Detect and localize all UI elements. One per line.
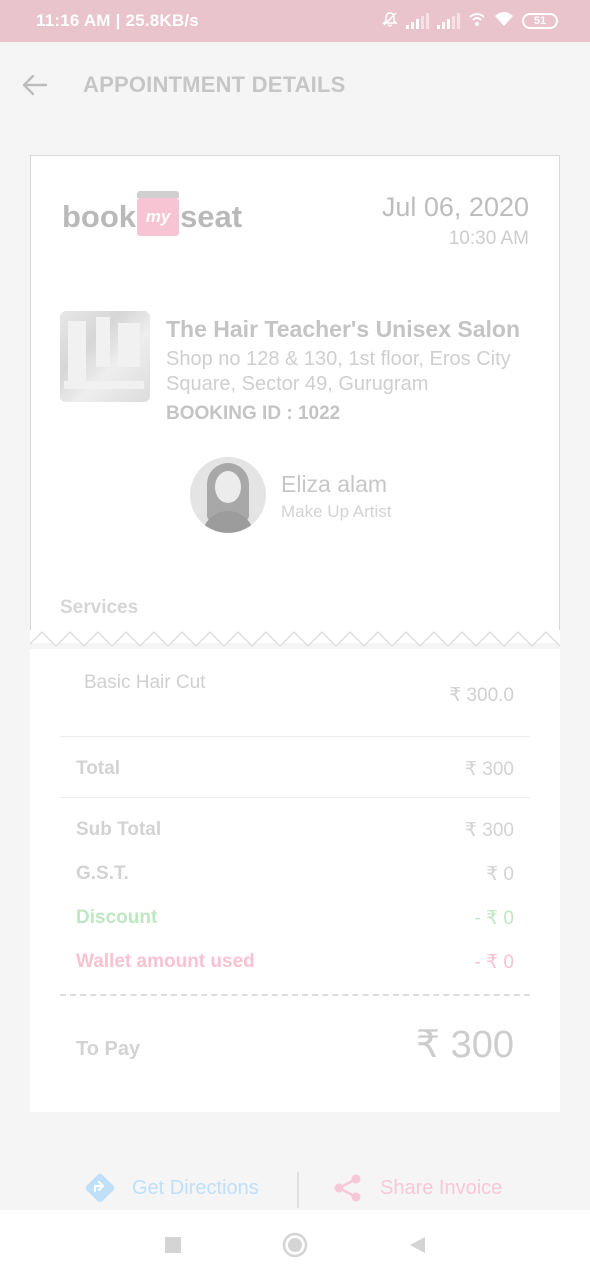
appointment-time: 10:30 AM [448, 228, 529, 249]
get-directions-button[interactable]: Get Directions [84, 1168, 259, 1208]
gst-label: G.S.T. [76, 863, 129, 884]
salon-image [60, 311, 150, 402]
system-nav-bar [0, 1210, 590, 1280]
dashed-divider [60, 994, 530, 996]
action-bar: Get Directions Share Invoice [0, 1160, 590, 1214]
status-icons: 51 [382, 11, 558, 32]
app-bar: APPOINTMENT DETAILS [0, 42, 590, 128]
arrow-left-icon [22, 74, 48, 96]
mute-bell-icon [382, 11, 398, 32]
to-pay-value: ₹ 300 [415, 1024, 514, 1066]
total-value: ₹ 300 [464, 759, 514, 780]
status-time-speed: 11:16 AM | 25.8KB/s [36, 11, 199, 30]
bookmyseat-logo: book my seat [62, 191, 243, 236]
receipt-bottom-edge [30, 1112, 560, 1128]
signal-2-icon [437, 13, 460, 29]
appointment-date: Jul 06, 2020 [381, 192, 529, 222]
wallet-value: - ₹ 0 [474, 952, 514, 973]
wallet-label: Wallet amount used [76, 951, 255, 972]
subtotal-label: Sub Total [76, 819, 162, 840]
service-item-name: Basic Hair Cut [84, 672, 206, 693]
get-directions-label: Get Directions [132, 1176, 259, 1199]
discount-label: Discount [76, 907, 158, 928]
directions-icon [85, 1173, 115, 1203]
logo-text-seat: seat [180, 199, 243, 234]
subtotal-value: ₹ 300 [464, 820, 514, 841]
discount-value: - ₹ 0 [474, 908, 514, 929]
triangle-back-icon [410, 1237, 425, 1253]
salon-address: Shop no 128 & 130, 1st floor, Eros City … [166, 348, 511, 395]
services-heading: Services [60, 597, 139, 618]
circle-icon [282, 1232, 308, 1258]
page-title: APPOINTMENT DETAILS [83, 72, 346, 97]
back-button[interactable] [15, 65, 55, 105]
artist-name: Eliza alam [281, 471, 388, 497]
action-separator [297, 1172, 299, 1208]
gst-value: ₹ 0 [486, 864, 514, 885]
artist-role: Make Up Artist [281, 502, 392, 521]
vowifi-icon [468, 11, 486, 32]
salon-name: The Hair Teacher's Unisex Salon [166, 316, 521, 342]
share-invoice-button[interactable]: Share Invoice [332, 1168, 502, 1208]
wifi-icon [494, 11, 514, 32]
receipt-tear-edge [30, 630, 560, 647]
signal-1-icon [406, 13, 429, 29]
home-button[interactable] [282, 1232, 308, 1258]
share-icon [334, 1174, 361, 1202]
divider [60, 797, 530, 798]
service-item-price: ₹ 300.0 [449, 685, 514, 706]
share-invoice-label: Share Invoice [380, 1176, 503, 1199]
divider [60, 736, 530, 737]
logo-calendar-icon: my [137, 191, 180, 236]
status-bar: 11:16 AM | 25.8KB/s 51 [0, 0, 590, 42]
total-label: Total [76, 758, 120, 779]
battery-icon: 51 [522, 13, 558, 29]
booking-id: BOOKING ID : 1022 [166, 403, 341, 424]
recents-button[interactable] [160, 1232, 186, 1258]
to-pay-label: To Pay [76, 1038, 141, 1060]
square-icon [165, 1237, 181, 1253]
artist-avatar [190, 457, 266, 533]
logo-text-book: book [62, 199, 137, 234]
back-nav-button[interactable] [404, 1232, 430, 1258]
